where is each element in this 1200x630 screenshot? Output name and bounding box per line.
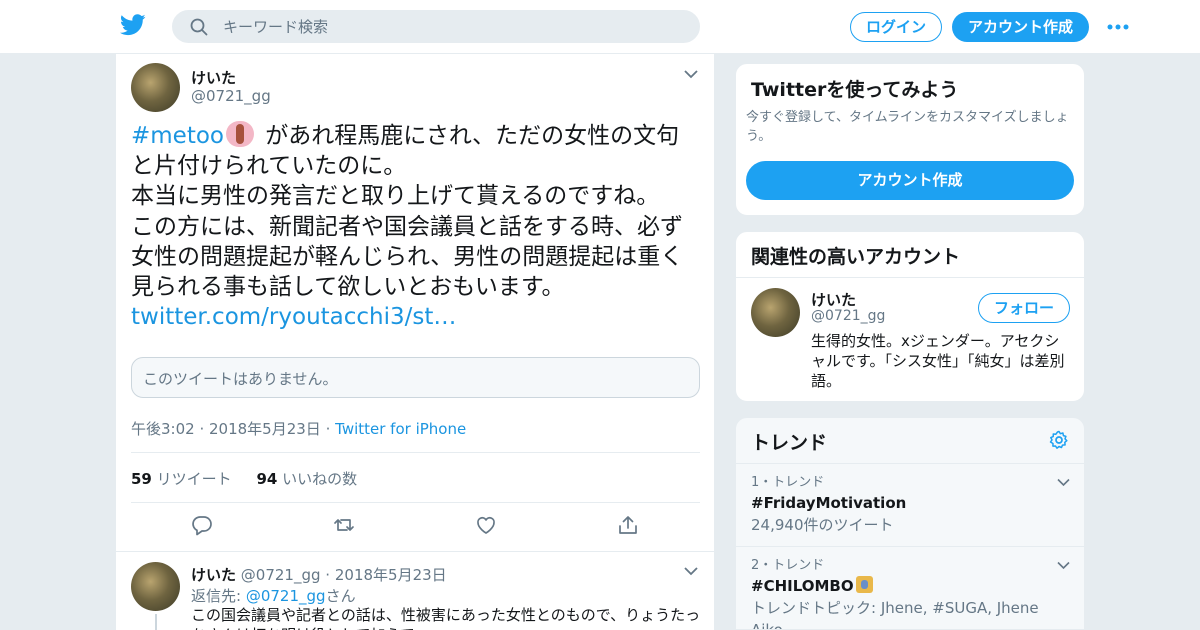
divider: [116, 551, 714, 552]
reply-to-prefix: 返信先:: [191, 587, 242, 605]
like-stat[interactable]: 94 いいねの数: [256, 470, 357, 488]
search-box[interactable]: [172, 10, 700, 43]
like-label: いいねの数: [282, 470, 358, 488]
reply-to-line: 返信先: @0721_ggさん: [191, 585, 356, 606]
more-icon[interactable]: [1106, 18, 1130, 36]
reply-icon[interactable]: [191, 514, 213, 536]
chevron-down-icon[interactable]: [684, 566, 698, 576]
reply-author-name[interactable]: けいた: [191, 566, 236, 584]
retweet-label: リツイート: [156, 470, 232, 488]
like-count: 94: [256, 470, 278, 488]
retweet-count: 59: [131, 470, 152, 488]
avatar[interactable]: [131, 63, 180, 112]
reply-to-suffix: さん: [325, 587, 356, 605]
signup-card: Twitterを使ってみよう 今すぐ登録して、タイムラインをカスタマイズしましょ…: [735, 63, 1085, 216]
tweet-timestamp[interactable]: 午後3:02 · 2018年5月23日: [131, 420, 321, 438]
share-icon[interactable]: [617, 514, 639, 536]
signup-button[interactable]: アカウント作成: [952, 12, 1089, 42]
related-accounts-card: 関連性の高いアカウント けいた @0721_gg フォロー 生得的女性。xジェン…: [735, 231, 1085, 402]
tweet-text: #metoo があれ程馬鹿にされ、ただの女性の文句と片付けられていたのに。 本当…: [131, 121, 701, 332]
divider: [131, 502, 700, 503]
emoji-icon: [855, 576, 873, 593]
chevron-down-icon[interactable]: [1057, 478, 1070, 487]
trend-name-text: #CHILOMBO: [751, 577, 854, 595]
search-input[interactable]: [223, 11, 683, 42]
tweet-text-line2: 本当に男性の発言だと取り上げて貰えるのですね。: [131, 183, 660, 210]
reply-header: けいた @0721_gg · 2018年5月23日: [191, 564, 447, 585]
gear-icon[interactable]: [1049, 430, 1069, 450]
author-name[interactable]: けいた: [191, 67, 236, 88]
divider: [736, 546, 1084, 547]
tweet-permalink-column: けいた @0721_gg #metoo があれ程馬鹿にされ、ただの女性の文句と片…: [115, 54, 715, 630]
signup-card-title: Twitterを使ってみよう: [751, 79, 959, 101]
related-account-name[interactable]: けいた: [811, 289, 856, 310]
reply-to-handle[interactable]: @0721_gg: [246, 587, 326, 605]
twitter-bird-icon[interactable]: [120, 14, 146, 36]
trends-card: トレンド 1・トレンド #FridayMotivation 24,940件のツイ…: [735, 417, 1085, 630]
reply-author-handle[interactable]: @0721_gg: [241, 566, 321, 584]
trend-name[interactable]: #FridayMotivation: [751, 492, 1071, 514]
tweet-stats: 59 リツイート 94 いいねの数: [131, 468, 357, 489]
divider: [736, 277, 1084, 278]
trends-title: トレンド: [751, 432, 828, 454]
trend-item[interactable]: 1・トレンド #FridayMotivation 24,940件のツイート: [751, 474, 1071, 536]
author-handle[interactable]: @0721_gg: [191, 87, 271, 105]
trend-rank: 1・トレンド: [751, 475, 825, 490]
reply-date[interactable]: 2018年5月23日: [335, 566, 447, 584]
tweet-source-link[interactable]: Twitter for iPhone: [335, 420, 466, 438]
trend-rank: 2・トレンド: [751, 558, 825, 573]
related-accounts-title: 関連性の高いアカウント: [751, 246, 961, 268]
avatar[interactable]: [751, 288, 800, 337]
trend-name[interactable]: #CHILOMBO: [751, 575, 1071, 597]
related-account-handle[interactable]: @0721_gg: [811, 308, 885, 324]
retweet-stat[interactable]: 59 リツイート: [131, 470, 232, 488]
emoji-icon: [226, 121, 254, 147]
tweet-actions: [116, 514, 714, 540]
follow-button[interactable]: フォロー: [978, 293, 1070, 323]
chevron-down-icon[interactable]: [684, 69, 698, 79]
avatar[interactable]: [131, 562, 180, 611]
reply-separator: ·: [325, 566, 331, 584]
reply-text: この国会議員や記者との話は、性被害にあった女性とのもので、りょうたっちさんは打ち…: [191, 606, 701, 630]
tweet-link[interactable]: twitter.com/ryoutacchi3/st…: [131, 304, 456, 330]
trend-item[interactable]: 2・トレンド #CHILOMBO トレンドトピック: Jhene, #SUGA,…: [751, 557, 1071, 630]
retweet-icon[interactable]: [333, 514, 355, 536]
thread-line: [155, 614, 157, 630]
signup-card-description: 今すぐ登録して、タイムラインをカスタマイズしましょう。: [746, 110, 1069, 144]
divider: [736, 463, 1084, 464]
trend-detail: 24,940件のツイート: [751, 516, 894, 534]
search-icon: [190, 18, 208, 36]
hashtag-link[interactable]: #metoo: [131, 123, 224, 149]
login-button[interactable]: ログイン: [850, 12, 942, 42]
quoted-tweet-unavailable: このツイートはありません。: [131, 357, 700, 398]
trend-detail: トレンドトピック: Jhene, #SUGA, Jhene Aiko: [751, 599, 1039, 630]
tweet-metadata: 午後3:02 · 2018年5月23日 · Twitter for iPhone: [131, 418, 466, 439]
like-icon[interactable]: [475, 514, 497, 536]
meta-separator: ·: [325, 420, 331, 438]
signup-card-button[interactable]: アカウント作成: [746, 161, 1074, 200]
top-navigation-bar: ログイン アカウント作成: [0, 0, 1200, 54]
related-account-bio: 生得的女性。xジェンダー。アセクシャルです。「シス女性」「純女」は差別語。: [811, 332, 1065, 390]
divider: [131, 452, 700, 453]
tweet-text-line3: この方には、新聞記者や国会議員と話をする時、必ず女性の問題提起が軽んじられ、男性…: [131, 213, 684, 301]
chevron-down-icon[interactable]: [1057, 561, 1070, 570]
